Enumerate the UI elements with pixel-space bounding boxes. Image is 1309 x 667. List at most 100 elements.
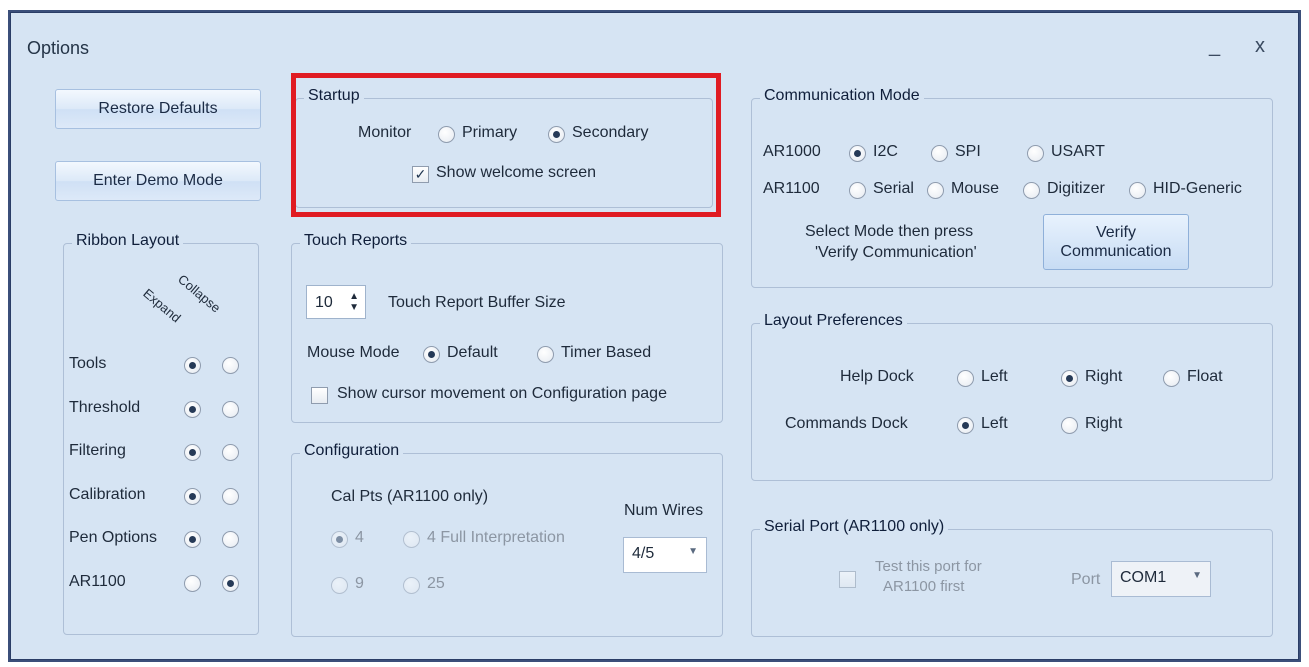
touch-reports-title: Touch Reports bbox=[300, 232, 412, 250]
mouse-mode-timer-radio[interactable] bbox=[537, 346, 554, 363]
select-mode-line2: 'Verify Communication' bbox=[815, 244, 977, 261]
ar1100-hid-generic-radio[interactable] bbox=[1129, 182, 1146, 199]
filtering-collapse-radio[interactable] bbox=[222, 444, 239, 461]
commands-dock-label: Commands Dock bbox=[785, 415, 908, 432]
verify-button-line1: Verify bbox=[1095, 224, 1136, 241]
filtering-expand-radio[interactable] bbox=[184, 444, 201, 461]
ar1000-label: AR1000 bbox=[763, 143, 821, 160]
cal-pts-4-full-label: 4 Full Interpretation bbox=[427, 529, 565, 546]
collapse-column-label: Collapse bbox=[175, 271, 224, 316]
default-label: Default bbox=[447, 344, 498, 361]
ribbon-row-label: Pen Options bbox=[69, 529, 158, 546]
cal-pts-25-radio[interactable] bbox=[403, 577, 420, 594]
pen-options-expand-radio[interactable] bbox=[184, 531, 201, 548]
threshold-expand-radio[interactable] bbox=[184, 401, 201, 418]
commands-dock-left-label: Left bbox=[981, 415, 1008, 432]
ar1100-option-label: Mouse bbox=[951, 180, 1000, 197]
ribbon-row-label: AR1100 bbox=[69, 573, 126, 590]
layout-preferences-group: Layout Preferences bbox=[751, 312, 1273, 481]
port-select[interactable]: COM1 ▼ bbox=[1111, 561, 1211, 597]
help-dock-left-radio[interactable] bbox=[957, 370, 974, 387]
commands-dock-left-radio[interactable] bbox=[957, 417, 974, 434]
port-label: Port bbox=[1071, 571, 1101, 588]
commands-dock-right-label: Right bbox=[1085, 415, 1123, 432]
chevron-down-icon[interactable]: ▼ bbox=[688, 546, 698, 557]
help-dock-left-label: Left bbox=[981, 368, 1008, 385]
buffer-size-label: Touch Report Buffer Size bbox=[388, 294, 566, 311]
select-mode-line1: Select Mode then press bbox=[805, 223, 974, 240]
commands-dock-right-radio[interactable] bbox=[1061, 417, 1078, 434]
ar1000-spi-radio[interactable] bbox=[931, 145, 948, 162]
ar1100-option-label: Serial bbox=[873, 180, 914, 197]
configuration-title: Configuration bbox=[300, 442, 404, 460]
num-wires-value: 4/5 bbox=[632, 545, 655, 562]
tools-collapse-radio[interactable] bbox=[222, 357, 239, 374]
ribbon-row-label: Threshold bbox=[69, 399, 141, 416]
layout-preferences-title: Layout Preferences bbox=[760, 312, 907, 330]
serial-port-title: Serial Port (AR1100 only) bbox=[760, 518, 949, 536]
test-port-line1: Test this port for bbox=[875, 558, 982, 575]
cal-pts-4-radio[interactable] bbox=[331, 531, 348, 548]
help-dock-right-label: Right bbox=[1085, 368, 1123, 385]
cal-pts-9-radio[interactable] bbox=[331, 577, 348, 594]
ribbon-row-label: Tools bbox=[69, 355, 107, 372]
buffer-size-value: 10 bbox=[315, 294, 333, 311]
ar1100-mouse-radio[interactable] bbox=[927, 182, 944, 199]
help-dock-label: Help Dock bbox=[840, 368, 914, 385]
title-bar: Options _ x bbox=[11, 13, 1298, 73]
tools-expand-radio[interactable] bbox=[184, 357, 201, 374]
mouse-mode-label: Mouse Mode bbox=[307, 344, 400, 361]
ar1100-serial-radio[interactable] bbox=[849, 182, 866, 199]
ar1100-collapse-radio[interactable] bbox=[222, 575, 239, 592]
help-dock-right-radio[interactable] bbox=[1061, 370, 1078, 387]
ribbon-row-label: Calibration bbox=[69, 486, 146, 503]
verify-button-line2: Communication bbox=[1060, 243, 1172, 260]
window-title: Options bbox=[27, 38, 90, 58]
ar1000-option-label: SPI bbox=[955, 143, 981, 160]
options-window: Options _ x Restore Defaults Enter Demo … bbox=[10, 12, 1299, 660]
verify-communication-button[interactable]: Verify Communication bbox=[1043, 214, 1189, 270]
ar1100-option-label: HID-Generic bbox=[1153, 180, 1242, 197]
show-cursor-label: Show cursor movement on Configuration pa… bbox=[337, 385, 667, 402]
expand-column-label: Expand bbox=[140, 285, 184, 326]
chevron-down-icon[interactable]: ▼ bbox=[1192, 570, 1202, 581]
highlight-box bbox=[291, 73, 721, 217]
spinner-arrows-icon[interactable]: ▲ ▼ bbox=[349, 291, 359, 313]
pen-options-collapse-radio[interactable] bbox=[222, 531, 239, 548]
ribbon-layout-title: Ribbon Layout bbox=[72, 232, 184, 250]
ribbon-layout-group: Ribbon Layout Expand Collapse Tools Thre… bbox=[63, 232, 259, 635]
test-port-line2: AR1100 first bbox=[883, 578, 965, 595]
ar1100-label: AR1100 bbox=[763, 180, 820, 197]
cal-pts-4-label: 4 bbox=[355, 529, 364, 546]
enter-demo-mode-button[interactable]: Enter Demo Mode bbox=[55, 161, 261, 201]
restore-defaults-button[interactable]: Restore Defaults bbox=[55, 89, 261, 129]
ar1100-expand-radio[interactable] bbox=[184, 575, 201, 592]
threshold-collapse-radio[interactable] bbox=[222, 401, 239, 418]
ar1000-i2c-radio[interactable] bbox=[849, 145, 866, 162]
ribbon-row-label: Filtering bbox=[69, 442, 126, 459]
help-dock-float-label: Float bbox=[1187, 368, 1223, 385]
cal-pts-label: Cal Pts (AR1100 only) bbox=[331, 488, 489, 505]
calibration-expand-radio[interactable] bbox=[184, 488, 201, 505]
port-value: COM1 bbox=[1120, 569, 1167, 586]
buffer-size-spinner[interactable]: 10 ▲ ▼ bbox=[306, 285, 366, 319]
cal-pts-25-label: 25 bbox=[427, 575, 445, 592]
ar1000-usart-radio[interactable] bbox=[1027, 145, 1044, 162]
show-cursor-checkbox[interactable] bbox=[311, 387, 328, 404]
close-button[interactable]: x bbox=[1255, 35, 1265, 58]
timer-based-label: Timer Based bbox=[561, 344, 652, 361]
mouse-mode-default-radio[interactable] bbox=[423, 346, 440, 363]
ar1000-option-label: USART bbox=[1051, 143, 1105, 160]
cal-pts-9-label: 9 bbox=[355, 575, 364, 592]
ar1000-option-label: I2C bbox=[873, 143, 898, 160]
num-wires-label: Num Wires bbox=[624, 502, 704, 519]
communication-mode-title: Communication Mode bbox=[760, 87, 924, 105]
test-port-checkbox[interactable] bbox=[839, 571, 856, 588]
ar1100-digitizer-radio[interactable] bbox=[1023, 182, 1040, 199]
help-dock-float-radio[interactable] bbox=[1163, 370, 1180, 387]
num-wires-select[interactable]: 4/5 ▼ bbox=[623, 537, 707, 573]
calibration-collapse-radio[interactable] bbox=[222, 488, 239, 505]
ar1100-option-label: Digitizer bbox=[1047, 180, 1105, 197]
cal-pts-4-full-radio[interactable] bbox=[403, 531, 420, 548]
minimize-button[interactable]: _ bbox=[1209, 35, 1220, 58]
